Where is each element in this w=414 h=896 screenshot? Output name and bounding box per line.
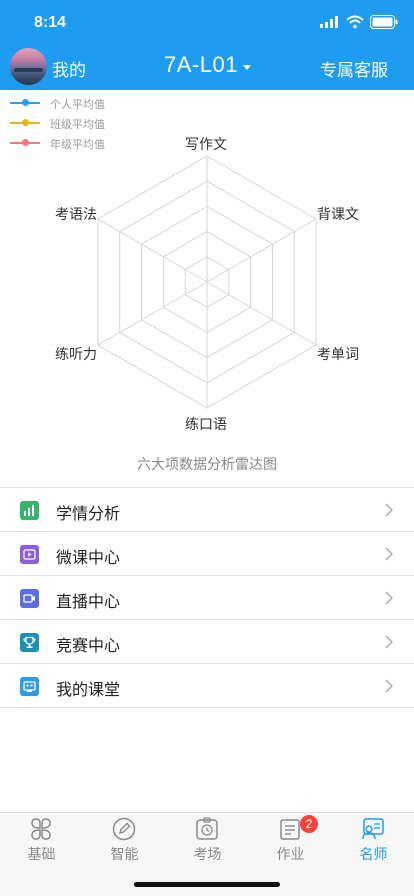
axis-label-listening: 练听力 (55, 347, 97, 363)
class-selector[interactable]: 7A-L01 (164, 52, 238, 78)
status-time: 8:14 (34, 14, 67, 31)
menu-item-micro-course[interactable]: 微课中心 (0, 532, 414, 576)
tab-label: 基础 (27, 847, 56, 863)
menu-item-learning-analysis[interactable]: 学情分析 (0, 488, 414, 532)
live-camera-icon (20, 589, 39, 608)
tab-smart[interactable]: 智能 (83, 813, 166, 865)
chevron-right-icon (385, 679, 394, 693)
menu-label: 学情分析 (56, 504, 121, 523)
chevron-right-icon (385, 547, 394, 561)
chart-caption: 六大项数据分析雷达图 (137, 457, 277, 473)
radar-chart: 写作文 背课文 考单词 练口语 练听力 考语法 (0, 125, 414, 445)
legend-item-personal: 个人平均值 (10, 94, 160, 114)
menu-label: 微课中心 (56, 548, 121, 567)
avatar[interactable] (10, 48, 47, 85)
tab-teacher[interactable]: 名师 (332, 813, 414, 865)
axis-label-recite: 背课文 (317, 207, 359, 223)
pencil-circle-icon (112, 817, 136, 841)
axis-label-grammar: 考语法 (55, 207, 97, 223)
legend-label: 个人平均值 (50, 98, 105, 111)
menu-item-competition[interactable]: 竞赛中心 (0, 620, 414, 664)
wifi-icon (346, 15, 364, 29)
home-indicator (134, 882, 280, 887)
menu-label: 竞赛中心 (56, 636, 121, 655)
menu-item-live-center[interactable]: 直播中心 (0, 576, 414, 620)
chevron-right-icon (385, 635, 394, 649)
chevron-right-icon (385, 591, 394, 605)
my-profile-link[interactable]: 我的 (52, 56, 86, 81)
axis-label-writing: 写作文 (185, 137, 227, 153)
axis-label-speaking: 练口语 (185, 417, 227, 433)
battery-icon (370, 15, 398, 29)
tab-homework[interactable]: 2 作业 (249, 813, 332, 865)
teacher-icon (362, 818, 384, 840)
legend-dot (22, 99, 29, 106)
chart-icon (20, 501, 39, 520)
chevron-right-icon (385, 503, 394, 517)
tab-label: 考场 (193, 847, 222, 863)
menu-label: 直播中心 (56, 592, 121, 611)
axis-label-vocabulary: 考单词 (317, 347, 359, 363)
video-icon (20, 545, 39, 564)
caret-down-icon[interactable] (243, 65, 251, 70)
customer-service-link[interactable]: 专属客服 (320, 56, 388, 81)
tab-label: 名师 (359, 847, 388, 863)
tab-exam[interactable]: 考场 (166, 813, 249, 865)
exam-clock-icon (196, 817, 218, 840)
menu-label: 我的课堂 (56, 680, 121, 699)
radar-spoke (206, 281, 317, 346)
clover-icon (31, 818, 51, 840)
radar-spoke (206, 218, 317, 283)
tab-basics[interactable]: 基础 (0, 813, 83, 865)
radar-spoke (97, 218, 208, 283)
feature-menu: 学情分析 微课中心 直播中心 竞赛中心 我的课堂 (0, 487, 414, 708)
menu-item-my-classroom[interactable]: 我的课堂 (0, 664, 414, 708)
trophy-icon (20, 633, 39, 652)
homework-icon (280, 819, 300, 840)
radar-grid (97, 155, 317, 409)
signal-icon (320, 16, 338, 28)
tab-label: 作业 (276, 847, 305, 863)
tab-label: 智能 (110, 847, 139, 863)
classroom-icon (20, 677, 39, 696)
homework-badge: 2 (300, 815, 318, 833)
radar-spoke (97, 281, 208, 346)
nav-bar: 我的 7A-L01 专属客服 (0, 44, 414, 90)
status-bar: 8:14 (0, 0, 414, 44)
